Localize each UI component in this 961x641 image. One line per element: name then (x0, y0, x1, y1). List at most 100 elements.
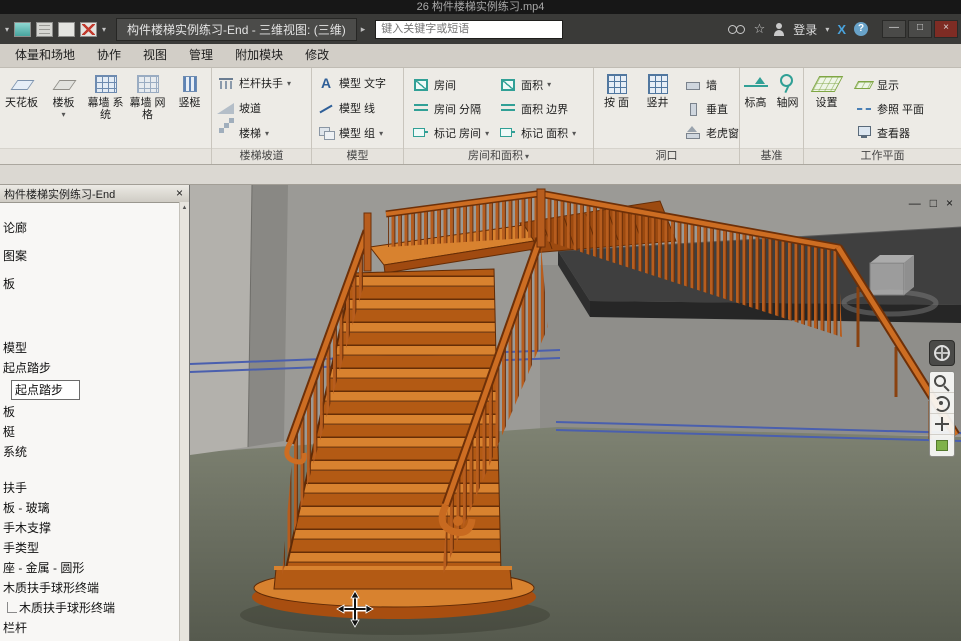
room-separator-icon (412, 101, 430, 117)
railing-button[interactable]: 栏杆扶手 ▾ (214, 71, 309, 95)
panel-close-icon[interactable]: × (174, 188, 185, 199)
show-workplane-button[interactable]: 显示 (852, 73, 927, 96)
steering-wheel-icon[interactable] (929, 340, 955, 366)
model-text-button[interactable]: 模型 文字 (314, 71, 401, 95)
ribbon-panel-opening: 按 面 竖井 墙 垂直 老 (594, 68, 740, 164)
restore-button[interactable]: □ (908, 20, 932, 38)
sheet-icon[interactable] (58, 22, 75, 37)
wall-opening-button[interactable]: 墙 (681, 73, 734, 96)
dormer-opening-button[interactable]: 老虎窗 (681, 122, 734, 145)
tree-item[interactable]: 模型 (0, 338, 180, 358)
opening-by-face-button[interactable]: 按 面 (597, 70, 636, 148)
mullion-button[interactable]: 竖梃 (170, 70, 209, 148)
tree-item[interactable]: 图案 (0, 242, 180, 270)
close-view-icon[interactable] (80, 22, 97, 37)
tree-item[interactable]: 木质扶手球形终端 (0, 578, 180, 598)
navigation-bar (929, 340, 955, 457)
curtain-grid-button[interactable]: 幕墙 网格 (128, 70, 167, 148)
tree-item-selected[interactable]: 起点踏步 (8, 380, 180, 400)
model-group-button[interactable]: 模型 组 ▾ (314, 121, 401, 145)
tab-massing-site[interactable]: 体量和场地 (4, 42, 86, 67)
vertical-opening-button[interactable]: 垂直 (681, 97, 734, 120)
left-wall[interactable] (190, 185, 288, 455)
login-dropdown-icon[interactable]: ▾ (825, 25, 829, 34)
panel-dropdown-icon: ▾ (525, 152, 529, 161)
ribbon-panel-model: 模型 文字 模型 线 模型 组 ▾ 模型 (312, 68, 404, 164)
toolbar-more-icon[interactable]: ▾ (102, 25, 106, 34)
tree-item[interactable]: 木质扶手球形终端 (0, 598, 180, 618)
orbit-icon[interactable] (930, 393, 954, 414)
zoom-icon[interactable] (930, 372, 954, 393)
panel-label-opening[interactable]: 洞口 (594, 148, 739, 164)
viewer-button[interactable]: 查看器 (852, 122, 927, 145)
model-line-icon (317, 100, 335, 116)
tab-manage[interactable]: 管理 (178, 42, 224, 67)
login-label[interactable]: 登录 (793, 21, 817, 38)
close-button[interactable]: × (934, 20, 958, 38)
view-restore-button[interactable]: □ (930, 197, 937, 209)
tree-item[interactable]: 扶手 (0, 478, 180, 498)
tree-item[interactable]: 起点踏步 (0, 358, 180, 378)
tree-item[interactable]: 板 (0, 270, 180, 298)
schedule-icon[interactable] (14, 22, 31, 37)
tree-item[interactable]: 论廊 (0, 214, 180, 242)
panel-label-workplane[interactable]: 工作平面 (804, 148, 961, 164)
panel-label-datum[interactable]: 基准 (740, 148, 803, 164)
curtain-system-button[interactable]: 幕墙 系统 (86, 70, 125, 148)
favorites-star-icon[interactable]: ☆ (754, 23, 766, 35)
tab-modify[interactable]: 修改 (294, 42, 340, 67)
level-button[interactable]: 标高 (741, 70, 771, 148)
tab-collaborate[interactable]: 协作 (86, 42, 132, 67)
tag-area-button[interactable]: 标记 面积 ▾ (496, 122, 579, 145)
exchange-apps-icon[interactable]: X (837, 22, 846, 37)
ramp-button[interactable]: 坡道 (214, 96, 309, 120)
room-separator-button[interactable]: 房间 分隔 (409, 97, 492, 120)
scroll-up-icon[interactable]: ▲ (180, 202, 189, 211)
tab-addins[interactable]: 附加模块 (224, 42, 294, 67)
user-icon[interactable] (773, 23, 785, 36)
reference-plane-button[interactable]: 参照 平面 (852, 97, 927, 120)
panel-label-circulation[interactable]: 楼梯坡道 (212, 148, 311, 164)
view-close-button[interactable]: × (946, 197, 953, 209)
viewport[interactable]: — □ × (190, 185, 961, 641)
help-icon[interactable]: ? (854, 22, 868, 36)
search-binoculars-icon[interactable] (727, 24, 746, 35)
floor-button[interactable]: 楼板 ▾ (44, 70, 83, 148)
ceiling-button[interactable]: 天花板 (2, 70, 41, 148)
view-minimize-button[interactable]: — (909, 197, 921, 209)
panel-label-model[interactable]: 模型 (312, 148, 403, 164)
grid-button[interactable]: 轴网 (773, 70, 803, 148)
tree-item[interactable]: 手木支撑 (0, 518, 180, 538)
browser-scrollbar[interactable]: ▲ (179, 202, 189, 641)
view-list-icon[interactable] (36, 22, 53, 37)
tree-item[interactable]: 系统 (0, 442, 180, 462)
workspace: 构件楼梯实例练习-End × ▲ 论廊 图案 板 模型 起点踏步 起点踏步 板 … (0, 185, 961, 641)
reference-plane-icon (855, 101, 873, 117)
tab-view[interactable]: 视图 (132, 42, 178, 67)
set-workplane-button[interactable]: 设置 (807, 70, 846, 148)
tree-item[interactable]: 栏杆 (0, 618, 180, 638)
panel-label-room-area[interactable]: 房间和面积▾ (404, 148, 593, 164)
area-button[interactable]: 面积 ▾ (496, 73, 579, 96)
shaft-button[interactable]: 竖井 (638, 70, 677, 148)
minimize-button[interactable]: — (882, 20, 906, 38)
room-button[interactable]: 房间 (409, 73, 492, 96)
search-input[interactable] (375, 20, 563, 39)
view-window-controls: — □ × (909, 197, 953, 209)
tag-room-button[interactable]: 标记 房间 ▾ (409, 122, 492, 145)
tree-item[interactable]: 梃 (0, 422, 180, 442)
quick-access-arrow-icon[interactable]: ▾ (5, 25, 9, 34)
tree-item[interactable]: 板 (0, 402, 180, 422)
title-nav-icon[interactable]: ▸ (361, 24, 366, 35)
tree-item[interactable]: 板 - 玻璃 (0, 498, 180, 518)
3d-view-canvas[interactable] (190, 185, 961, 641)
model-line-button[interactable]: 模型 线 (314, 96, 401, 120)
tree-item[interactable]: 座 - 金属 - 圆形 (0, 558, 180, 578)
area-boundary-button[interactable]: 面积 边界 (496, 97, 579, 120)
stair-button[interactable]: 楼梯 ▾ (214, 121, 309, 145)
show-workplane-icon (855, 77, 873, 93)
stair-icon (217, 125, 235, 141)
showcase-icon[interactable] (930, 435, 954, 456)
pan-icon[interactable] (930, 414, 954, 435)
tree-item[interactable]: 手类型 (0, 538, 180, 558)
